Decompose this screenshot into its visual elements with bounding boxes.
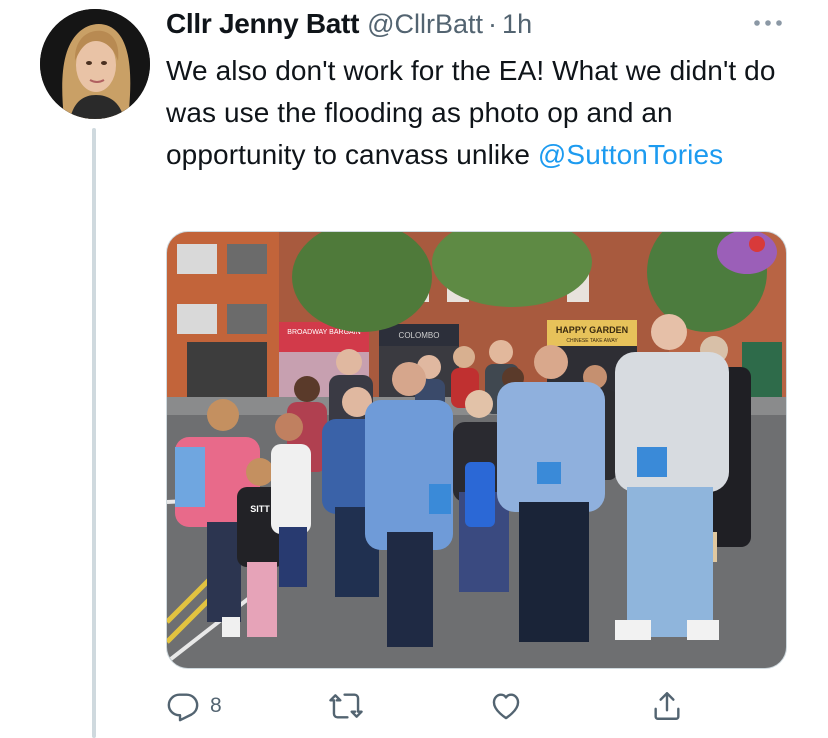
shop-sign-right: HAPPY GARDEN	[556, 325, 628, 335]
timestamp[interactable]: 1h	[502, 9, 532, 40]
display-name[interactable]: Cllr Jenny Batt	[166, 8, 359, 40]
tweet-actions: 8	[166, 683, 726, 729]
shop-sign-middle: COLOMBO	[399, 331, 440, 340]
share-icon	[654, 692, 680, 720]
user-handle[interactable]: @CllrBatt	[367, 9, 483, 40]
tweet-text: We also don't work for the EA! What we d…	[166, 50, 806, 176]
retweet-button[interactable]	[328, 683, 374, 729]
tweet-header: Cllr Jenny Batt @CllrBatt · 1h	[166, 6, 532, 42]
more-options-button[interactable]	[748, 8, 788, 38]
reply-icon	[167, 693, 199, 722]
child-shirt-text: SITT	[250, 504, 270, 514]
like-button[interactable]	[488, 683, 534, 729]
reply-button[interactable]: 8	[166, 683, 222, 729]
thread-line	[92, 128, 96, 738]
shop-sign-right-sub: CHINESE TAKE AWAY	[566, 338, 618, 344]
group-photo: BROADWAY BARGAIN COLOMBO HAPPY GARDEN CH…	[167, 232, 786, 668]
separator-dot: ·	[488, 8, 498, 39]
tweet-photo[interactable]: BROADWAY BARGAIN COLOMBO HAPPY GARDEN CH…	[166, 231, 787, 669]
more-horizontal-icon	[754, 20, 782, 26]
retweet-icon	[329, 693, 363, 719]
avatar[interactable]	[40, 9, 150, 119]
share-button[interactable]	[650, 683, 694, 729]
mention-link[interactable]: @SuttonTories	[538, 139, 723, 170]
heart-icon	[492, 693, 520, 720]
avatar-image	[40, 9, 150, 119]
reply-count: 8	[210, 694, 222, 717]
